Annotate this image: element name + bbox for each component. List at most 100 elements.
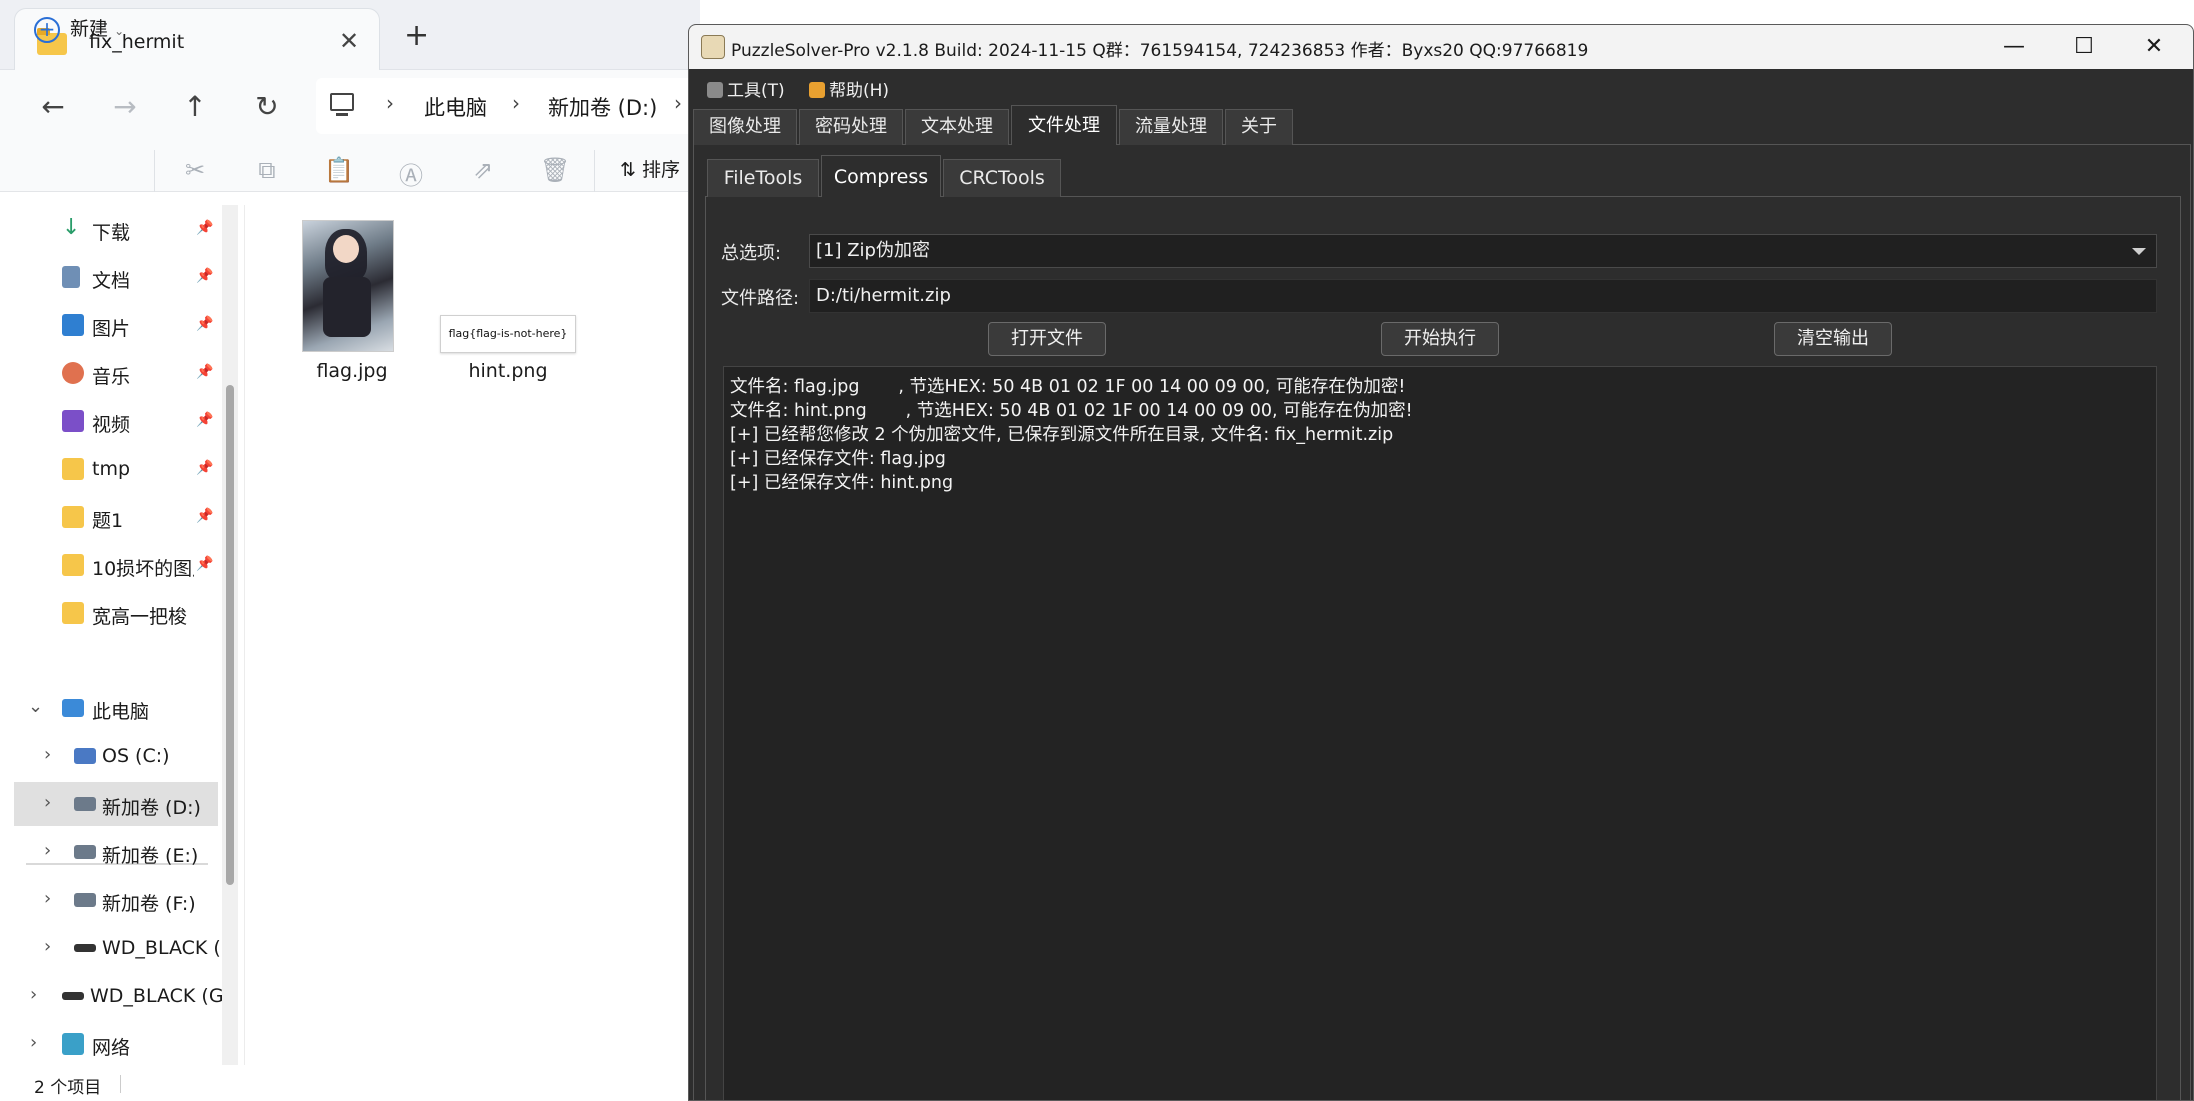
puzzlesolver-titlebar: PuzzleSolver-Pro v2.1.8 Build: 2024-11-1…: [689, 25, 2193, 69]
sidebar-scrollbar[interactable]: [226, 385, 234, 885]
address-bar[interactable]: › 此电脑 › 新加卷 (D:) ›: [316, 78, 700, 134]
pin-icon[interactable]: 📌: [196, 460, 213, 476]
forward-icon[interactable]: →: [100, 82, 150, 132]
sidebar-item-this-pc[interactable]: ⌄ 此电脑: [0, 686, 228, 730]
share-icon[interactable]: ⇗: [468, 156, 498, 186]
sidebar-item-downloads[interactable]: ↓ 下载 📌: [0, 207, 228, 251]
refresh-icon[interactable]: ↻: [242, 82, 292, 132]
breadcrumb-drive-d[interactable]: 新加卷 (D:): [548, 92, 657, 122]
document-icon: [62, 266, 80, 288]
copy-icon[interactable]: ⧉: [252, 156, 282, 186]
drive-icon: [74, 944, 96, 952]
folder-icon: [62, 554, 84, 576]
drive-icon: [74, 797, 96, 811]
delete-icon[interactable]: 🗑: [540, 156, 570, 186]
sidebar-item-drive-d[interactable]: › 新加卷 (D:): [14, 782, 218, 826]
tab-filetools[interactable]: FileTools: [707, 159, 819, 197]
pin-icon[interactable]: 📌: [196, 220, 213, 236]
file-name-hint[interactable]: hint.png: [448, 360, 568, 382]
computer-icon: [62, 699, 84, 717]
folder-icon: [62, 602, 84, 624]
tab-image[interactable]: 图像处理: [693, 109, 797, 145]
drive-icon: [74, 748, 96, 764]
chevron-right-icon[interactable]: ›: [512, 91, 520, 115]
tab-crypto[interactable]: 密码处理: [799, 109, 903, 145]
flag-jpg-thumbnail[interactable]: [302, 220, 394, 352]
tools-icon: [707, 82, 723, 98]
sidebar-item-drive-g[interactable]: › WD_BLACK (G:): [0, 926, 228, 970]
tab-compress[interactable]: Compress: [821, 155, 941, 197]
sidebar-item-network[interactable]: › 网络: [0, 1022, 228, 1066]
sidebar-item-pictures[interactable]: 图片 📌: [0, 303, 228, 347]
tab-traffic[interactable]: 流量处理: [1119, 109, 1223, 145]
pin-icon[interactable]: 📌: [196, 508, 213, 524]
sidebar-item-wd-black[interactable]: › WD_BLACK (G:): [0, 974, 228, 1018]
breadcrumb-this-pc[interactable]: 此电脑: [424, 92, 487, 122]
menu-tools[interactable]: 工具(T): [707, 76, 785, 101]
drive-icon: [74, 845, 96, 859]
item-count: 2 个项目: [34, 1078, 102, 1098]
option-select[interactable]: [1] Zip伪加密: [809, 234, 2157, 268]
chevron-right-icon[interactable]: ›: [44, 888, 51, 909]
new-tab-icon[interactable]: +: [404, 18, 429, 53]
chevron-right-icon[interactable]: ›: [30, 984, 37, 1005]
sidebar-item-tmp[interactable]: tmp 📌: [0, 447, 228, 491]
hint-png-thumbnail[interactable]: flag{flag-is-not-here}: [440, 315, 576, 353]
sidebar-item-drive-c[interactable]: › OS (C:): [0, 734, 228, 778]
clear-output-button[interactable]: 清空输出: [1774, 322, 1892, 356]
sidebar-item-drive-e[interactable]: › 新加卷 (E:): [0, 830, 228, 874]
video-icon: [62, 410, 84, 432]
chevron-right-icon[interactable]: ›: [44, 744, 51, 765]
tab-crctools[interactable]: CRCTools: [943, 159, 1061, 197]
file-explorer-window: fix_hermit ✕ + ← → ↑ ↻ › 此电脑 › 新加卷 (D:) …: [0, 0, 700, 1101]
back-icon[interactable]: ←: [28, 82, 78, 132]
sidebar-item-documents[interactable]: 文档 📌: [0, 255, 228, 299]
paste-icon[interactable]: 📋: [324, 156, 354, 186]
sidebar-item-videos[interactable]: 视频 📌: [0, 399, 228, 443]
menu-bar: 工具(T) 帮助(H): [689, 69, 2193, 105]
execute-button[interactable]: 开始执行: [1381, 322, 1499, 356]
output-textarea[interactable]: 文件名: flag.jpg , 节选HEX: 50 4B 01 02 1F 00…: [723, 366, 2157, 1100]
tab-text[interactable]: 文本处理: [905, 109, 1009, 145]
chevron-right-icon[interactable]: ›: [44, 936, 51, 957]
sidebar-item-ti1[interactable]: 题1 📌: [0, 495, 228, 539]
path-label: 文件路径:: [721, 288, 800, 309]
sidebar-item-music[interactable]: 音乐 📌: [0, 351, 228, 395]
close-icon[interactable]: ✕: [2119, 25, 2189, 69]
file-path-input[interactable]: D:/ti/hermit.zip: [809, 279, 2157, 313]
minimize-icon[interactable]: —: [1979, 25, 2049, 69]
main-tabs: 图像处理 密码处理 文本处理 文件处理 流量处理 关于: [689, 105, 2193, 145]
maximize-icon[interactable]: ☐: [2049, 25, 2119, 69]
pin-icon[interactable]: 📌: [196, 556, 213, 572]
dropdown-arrow-icon[interactable]: [2132, 248, 2146, 255]
tab-about[interactable]: 关于: [1225, 109, 1293, 145]
pin-icon[interactable]: 📌: [196, 364, 213, 380]
up-icon[interactable]: ↑: [170, 82, 220, 132]
app-icon: [701, 35, 725, 59]
close-tab-icon[interactable]: ✕: [339, 27, 359, 55]
chevron-right-icon[interactable]: ›: [30, 1032, 37, 1053]
chevron-down-icon[interactable]: ⌄: [28, 696, 43, 717]
pin-icon[interactable]: 📌: [196, 412, 213, 428]
tab-file[interactable]: 文件处理: [1011, 105, 1117, 145]
open-file-button[interactable]: 打开文件: [988, 322, 1106, 356]
sidebar-item-drive-f[interactable]: › 新加卷 (F:): [0, 878, 228, 922]
pin-icon[interactable]: 📌: [196, 268, 213, 284]
chevron-right-icon[interactable]: ›: [44, 792, 51, 813]
option-label: 总选项:: [721, 243, 782, 264]
rename-icon[interactable]: Ⓐ: [396, 156, 426, 190]
chevron-right-icon[interactable]: ›: [674, 91, 682, 115]
network-icon: [62, 1033, 84, 1055]
sidebar-item-damaged-images[interactable]: 10损坏的图片 📌: [0, 543, 228, 587]
chevron-right-icon[interactable]: ›: [44, 840, 51, 861]
file-name-flag[interactable]: flag.jpg: [292, 360, 412, 382]
pin-icon[interactable]: 📌: [196, 316, 213, 332]
chevron-right-icon[interactable]: ›: [386, 91, 394, 115]
computer-icon: [330, 93, 354, 111]
cut-icon[interactable]: ✂: [180, 156, 210, 186]
puzzlesolver-window: PuzzleSolver-Pro v2.1.8 Build: 2024-11-1…: [688, 24, 2194, 1101]
sidebar-item-width-height[interactable]: 宽高一把梭: [0, 591, 228, 635]
sort-button[interactable]: ⇅ 排序: [620, 155, 680, 182]
menu-help[interactable]: 帮助(H): [809, 76, 889, 101]
new-button[interactable]: + 新建 ⌄: [34, 14, 124, 43]
